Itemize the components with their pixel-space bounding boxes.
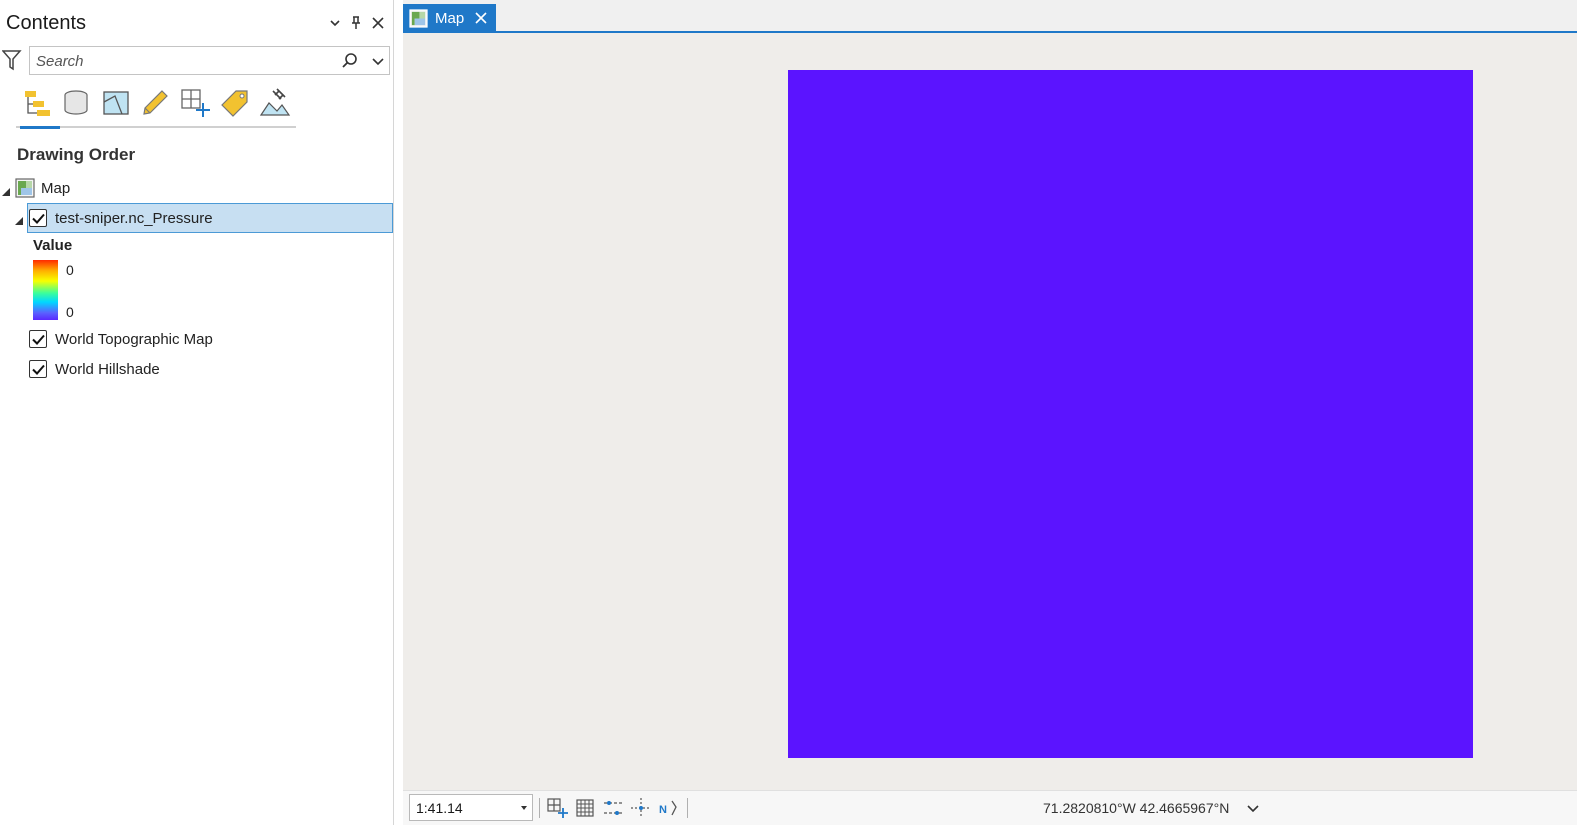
pressure-raster-layer bbox=[788, 70, 1473, 758]
map-label: Map bbox=[41, 179, 71, 197]
legend-high-label: 0 bbox=[66, 262, 74, 278]
map-view: Map 1:41.14 N 71.2820810°W 42.4665967°N bbox=[403, 0, 1577, 825]
north-arrow-icon[interactable]: N bbox=[658, 797, 680, 819]
hillshade-label: World Hillshade bbox=[55, 360, 160, 378]
search-box bbox=[29, 46, 390, 75]
coordinate-format-chevron-icon[interactable] bbox=[1245, 800, 1261, 816]
search-options-chevron-icon[interactable] bbox=[369, 52, 387, 70]
list-by-snapping-icon[interactable] bbox=[178, 86, 212, 120]
list-by-drawing-order-icon[interactable] bbox=[20, 86, 60, 129]
scale-value: 1:41.14 bbox=[416, 800, 463, 816]
drawing-order-heading: Drawing Order bbox=[17, 145, 136, 164]
pin-icon[interactable] bbox=[347, 14, 365, 32]
cursor-coordinates: 71.2820810°W 42.4665967°N bbox=[1043, 800, 1230, 816]
topographic-label: World Topographic Map bbox=[55, 330, 213, 348]
tree-item-world-hillshade[interactable]: World Hillshade bbox=[29, 356, 160, 382]
contents-view-tabs bbox=[16, 84, 296, 129]
legend-low-label: 0 bbox=[66, 304, 74, 320]
close-pane-icon[interactable] bbox=[369, 14, 387, 32]
tree-item-world-topographic-map[interactable]: World Topographic Map bbox=[29, 326, 213, 352]
topographic-visibility-checkbox[interactable] bbox=[29, 330, 47, 348]
map-expander-icon[interactable] bbox=[1, 184, 11, 196]
grid-icon[interactable] bbox=[574, 797, 596, 819]
filter-icon[interactable] bbox=[1, 49, 22, 71]
map-icon bbox=[15, 178, 35, 198]
list-by-selection-icon[interactable] bbox=[99, 86, 133, 120]
legend-color-ramp bbox=[33, 260, 58, 320]
svg-text:N: N bbox=[659, 804, 667, 816]
scale-dropdown[interactable]: 1:41.14 bbox=[409, 794, 533, 821]
list-by-editing-icon[interactable] bbox=[138, 86, 172, 120]
contents-pane: Contents Search Drawing Order Map test-s… bbox=[0, 0, 394, 825]
tab-map[interactable]: Map bbox=[403, 4, 496, 32]
tree-item-pressure-layer[interactable]: test-sniper.nc_Pressure bbox=[29, 205, 213, 231]
add-map-frame-icon[interactable] bbox=[546, 797, 568, 819]
search-input[interactable] bbox=[36, 51, 331, 71]
legend-heading: Value bbox=[33, 237, 73, 254]
status-separator bbox=[539, 798, 540, 818]
map-status-bar: 1:41.14 N 71.2820810°W 42.4665967°N bbox=[403, 790, 1577, 825]
close-tab-icon[interactable] bbox=[474, 11, 488, 25]
scale-caret-icon bbox=[521, 806, 527, 810]
layer-expander-icon[interactable] bbox=[14, 213, 24, 225]
snapping-toggle-icon[interactable] bbox=[602, 797, 624, 819]
crosshair-icon[interactable] bbox=[630, 797, 652, 819]
contents-title: Contents bbox=[6, 12, 87, 34]
pane-options-chevron-icon[interactable] bbox=[326, 14, 344, 32]
list-by-perspective-imagery-icon[interactable] bbox=[258, 86, 292, 120]
list-by-labeling-icon[interactable] bbox=[218, 86, 252, 120]
map-tab-label: Map bbox=[435, 9, 465, 27]
layer-visibility-checkbox[interactable] bbox=[29, 209, 47, 227]
hillshade-visibility-checkbox[interactable] bbox=[29, 360, 47, 378]
map-canvas[interactable] bbox=[403, 35, 1577, 790]
layer-label: test-sniper.nc_Pressure bbox=[55, 209, 213, 227]
search-icon[interactable] bbox=[341, 52, 359, 70]
status-separator bbox=[687, 798, 688, 818]
tree-item-map[interactable]: Map bbox=[15, 175, 70, 201]
map-tab-icon bbox=[409, 8, 428, 28]
list-by-data-source-icon[interactable] bbox=[59, 86, 93, 120]
view-tab-strip: Map bbox=[403, 0, 1577, 33]
